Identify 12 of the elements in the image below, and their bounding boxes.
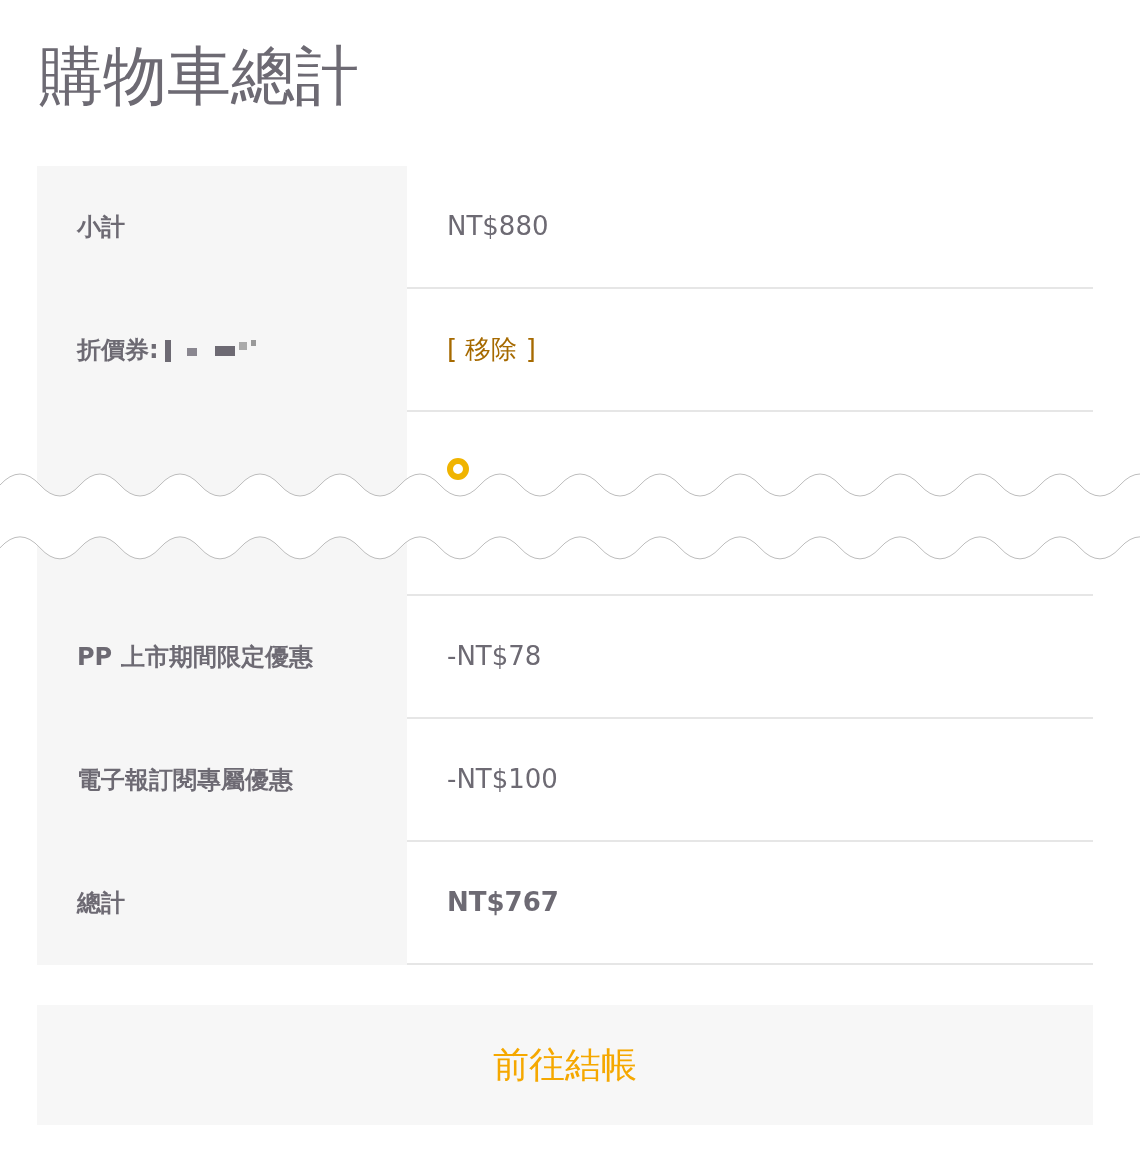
row-label: 小計: [77, 211, 125, 243]
row-value: -NT$78: [447, 639, 542, 673]
radio-button[interactable]: [447, 458, 469, 480]
row-label: 折價券:: [77, 334, 159, 366]
row-label: PP 上市期間限定優惠: [77, 641, 313, 673]
page-title: 購物車總計: [39, 38, 360, 115]
row-label: 總計: [77, 887, 125, 919]
row-value: NT$880: [447, 209, 549, 243]
row-label: 電子報訂閱專屬優惠: [77, 764, 293, 796]
row-value: -NT$100: [447, 762, 558, 796]
row-value: NT$767: [447, 885, 559, 919]
remove-link[interactable]: [ 移除 ]: [447, 332, 536, 367]
